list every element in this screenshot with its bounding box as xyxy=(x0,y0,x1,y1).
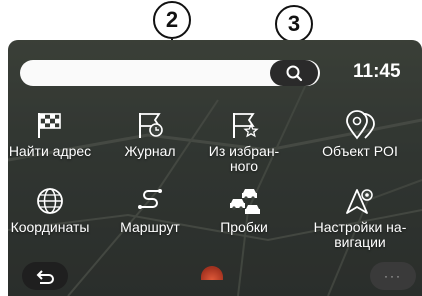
menu-item-navigation-settings[interactable]: Настройки на- вигации xyxy=(310,186,410,250)
menu-item-poi[interactable]: Объект POI xyxy=(310,110,410,159)
navigation-settings-icon xyxy=(346,189,373,214)
menu-item-traffic[interactable]: Пробки xyxy=(194,186,294,235)
menu-item-label: Координаты xyxy=(10,219,90,235)
clock: 11:45 xyxy=(353,61,401,82)
search-icon xyxy=(286,65,303,82)
menu-item-label: Маршрут xyxy=(120,219,180,235)
menu-item-route[interactable]: Маршрут xyxy=(100,186,200,235)
navigation-screen: 11:45 Найти адрес Журнал Из избран- ного xyxy=(8,40,422,296)
back-button[interactable] xyxy=(22,262,68,290)
callout-search-button: 3 xyxy=(275,5,313,43)
flag-favorite-icon xyxy=(233,113,259,138)
route-icon xyxy=(138,189,162,209)
more-button[interactable]: ··· xyxy=(370,262,416,290)
traffic-cars-icon xyxy=(230,189,260,214)
poi-pins-icon xyxy=(346,110,375,140)
back-arrow-icon xyxy=(36,270,54,284)
menu-item-label: Из избран- ного xyxy=(208,143,280,174)
menu-item-label: Журнал xyxy=(124,143,176,159)
menu-item-favorites[interactable]: Из избран- ного xyxy=(194,110,294,174)
menu-item-label: Объект POI xyxy=(322,143,398,159)
flag-history-icon xyxy=(139,113,163,138)
menu-item-coordinates[interactable]: Координаты xyxy=(8,186,100,235)
callout-search-field: 2 xyxy=(153,1,191,39)
search-button[interactable] xyxy=(270,60,318,86)
globe-icon xyxy=(37,188,63,214)
checkered-flag-icon xyxy=(38,113,61,138)
menu-item-history[interactable]: Журнал xyxy=(100,110,200,159)
menu-item-find-address[interactable]: Найти адрес xyxy=(8,110,100,159)
more-dots-icon: ··· xyxy=(384,269,402,283)
menu-item-label: Настройки на- вигации xyxy=(313,219,407,250)
menu-item-label: Пробки xyxy=(220,219,268,235)
menu-item-label: Найти адрес xyxy=(8,143,92,159)
